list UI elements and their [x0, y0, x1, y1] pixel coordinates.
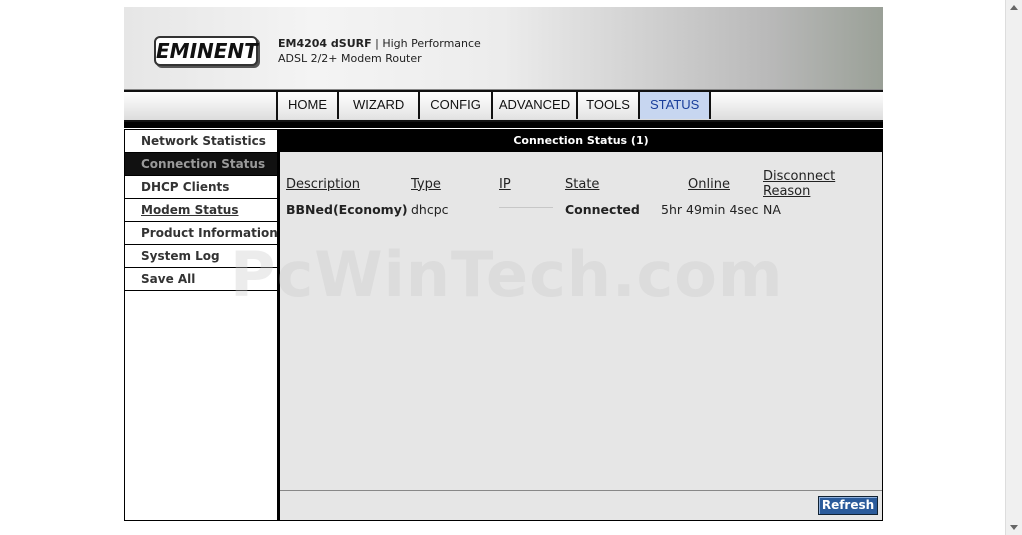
sidebar-item-modem-status[interactable]: Modem Status — [125, 199, 277, 222]
panel-footer: Refresh — [280, 490, 882, 520]
tab-tools[interactable]: TOOLS — [578, 92, 640, 119]
table-row: BBNed(Economy) dhcpc Connected 5hr 49min… — [286, 200, 882, 217]
connection-table: Description Type IP State Online Disconn… — [286, 169, 882, 217]
cell-type: dhcpc — [411, 202, 449, 217]
col-online: Online — [688, 176, 730, 192]
product-name: EM4204 dSURF | High Performance ADSL 2/2… — [278, 36, 481, 66]
connection-status-panel: Connection Status (1) Description Type I… — [279, 129, 883, 521]
sidebar-item-product-information[interactable]: Product Information — [125, 222, 278, 245]
tab-config[interactable]: CONFIG — [420, 92, 493, 119]
cell-ip — [499, 200, 565, 217]
sidebar-item-network-statistics[interactable]: Network Statistics — [125, 130, 277, 153]
cell-disconnect-reason: NA — [763, 202, 781, 217]
sidebar-item-save-all[interactable]: Save All — [125, 268, 277, 291]
col-ip: IP — [499, 176, 511, 192]
router-admin-frame: EMINENT EM4204 dSURF | High Performance … — [124, 7, 883, 521]
cell-description: BBNed(Economy) — [286, 202, 408, 217]
cell-state: Connected — [565, 202, 640, 217]
nav-tabs: HOME WIZARD CONFIG ADVANCED TOOLS STATUS — [278, 92, 712, 120]
tab-advanced[interactable]: ADVANCED — [492, 92, 579, 119]
main-navbar: HOME WIZARD CONFIG ADVANCED TOOLS STATUS — [124, 90, 883, 122]
navbar-spacer — [124, 92, 278, 120]
sidebar-item-connection-status[interactable]: Connection Status — [125, 153, 277, 176]
tab-status[interactable]: STATUS — [639, 92, 712, 119]
table-header-row: Description Type IP State Online Disconn… — [286, 169, 882, 200]
scroll-down-icon[interactable] — [1010, 525, 1018, 530]
scroll-up-icon[interactable] — [1010, 5, 1018, 10]
refresh-button[interactable]: Refresh — [818, 496, 878, 515]
sidebar-item-dhcp-clients[interactable]: DHCP Clients — [125, 176, 277, 199]
sidebar-item-system-log[interactable]: System Log — [125, 245, 277, 268]
tab-home[interactable]: HOME — [278, 92, 339, 119]
status-sidebar: Network Statistics Connection Status DHC… — [124, 129, 279, 521]
product-tagline-2: ADSL 2/2+ Modem Router — [278, 52, 422, 65]
product-model: EM4204 dSURF — [278, 37, 372, 50]
eminent-logo: EMINENT — [154, 36, 258, 66]
col-type: Type — [411, 176, 441, 192]
header-banner: EMINENT EM4204 dSURF | High Performance … — [124, 7, 883, 90]
cell-online: 5hr 49min 4sec — [661, 202, 759, 217]
product-tagline-1: | High Performance — [375, 37, 481, 50]
divider-bar — [124, 122, 883, 128]
panel-title: Connection Status (1) — [280, 130, 882, 152]
vertical-scrollbar[interactable] — [1005, 0, 1022, 535]
col-state: State — [565, 176, 600, 192]
ip-redacted — [499, 207, 553, 214]
tab-wizard[interactable]: WIZARD — [339, 92, 421, 119]
col-description: Description — [286, 176, 361, 192]
col-disconnect-reason: Disconnect Reason — [763, 169, 836, 199]
